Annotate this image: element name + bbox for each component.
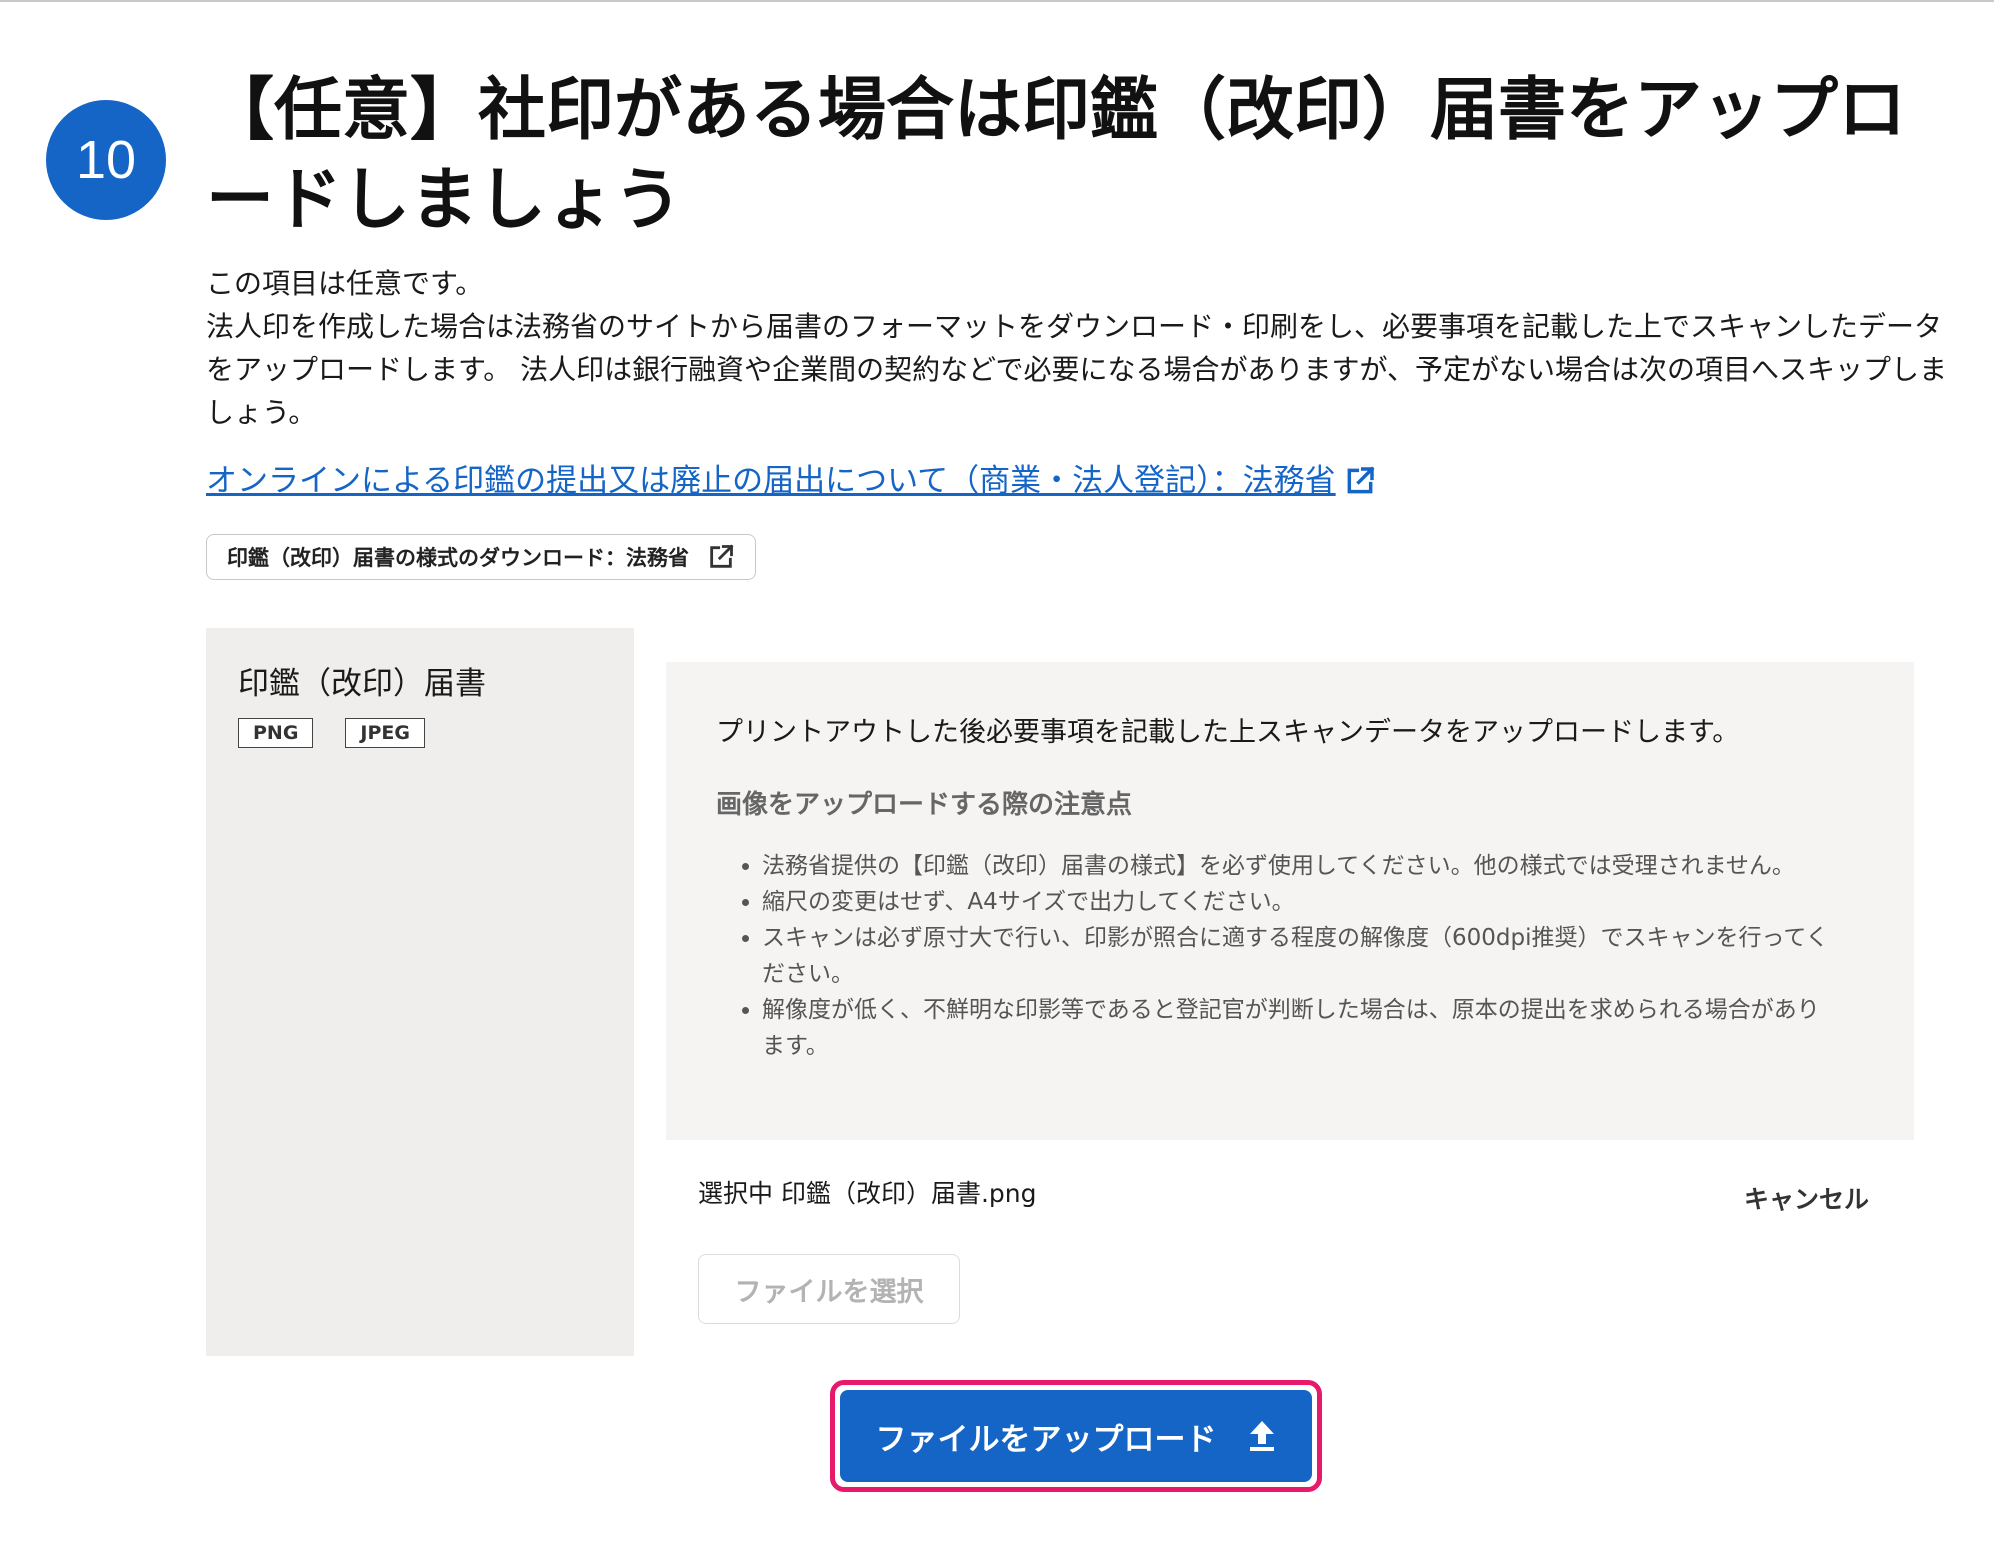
format-badge-jpeg: JPEG <box>345 718 425 748</box>
selected-file-text: 選択中 印鑑（改印）届書.png <box>698 1179 1037 1208</box>
description: この項目は任意です。 法人印を作成した場合は法務省のサイトから届書のフォーマット… <box>206 262 1956 434</box>
instructions-heading: 画像をアップロードする際の注意点 <box>716 790 1133 820</box>
step-number-badge: 10 <box>46 100 166 220</box>
external-link-icon <box>707 543 735 571</box>
optional-note: この項目は任意です。 <box>206 267 484 300</box>
moj-online-link-text: オンラインによる印鑑の提出又は廃止の届出について（商業・法人登記）：法務省 <box>206 463 1336 499</box>
instructions-lead: プリントアウトした後必要事項を記載した上スキャンデータをアップロードします。 <box>716 717 1740 748</box>
note-item: 法務省提供の【印鑑（改印）届書の様式】を必ず使用してください。他の様式では受理さ… <box>762 848 1842 884</box>
form-download-button[interactable]: 印鑑（改印）届書の様式のダウンロード：法務省 <box>206 534 756 580</box>
upload-button[interactable]: ファイルをアップロード <box>840 1390 1312 1482</box>
choose-file-label: ファイルを選択 <box>734 1276 924 1308</box>
description-body: 法人印を作成した場合は法務省のサイトから届書のフォーマットをダウンロード・印刷を… <box>206 310 1947 429</box>
note-item: スキャンは必ず原寸大で行い、印影が照合に適する程度の解像度（600dpi推奨）で… <box>762 920 1842 992</box>
cancel-button[interactable]: キャンセル <box>1744 1180 1869 1216</box>
document-info-panel: 印鑑（改印）届書 PNG JPEG <box>206 628 634 1356</box>
upload-icon <box>1247 1419 1277 1453</box>
notes-list: 法務省提供の【印鑑（改印）届書の様式】を必ず使用してください。他の様式では受理さ… <box>716 848 1842 1064</box>
format-badges: PNG JPEG <box>238 718 457 748</box>
note-item: 縮尺の変更はせず、A4サイズで出力してください。 <box>762 884 1842 920</box>
moj-online-link[interactable]: オンラインによる印鑑の提出又は廃止の届出について（商業・法人登記）：法務省 <box>206 458 1376 504</box>
note-item: 解像度が低く、不鮮明な印影等であると登記官が判断した場合は、原本の提出を求められ… <box>762 992 1842 1064</box>
upload-instructions-box: プリントアウトした後必要事項を記載した上スキャンデータをアップロードします。 画… <box>666 662 1914 1140</box>
step-number: 10 <box>75 130 137 190</box>
external-link-icon <box>1344 465 1376 497</box>
format-badge-png: PNG <box>238 718 314 748</box>
choose-file-button[interactable]: ファイルを選択 <box>698 1254 960 1324</box>
upload-button-label: ファイルをアップロード <box>875 1421 1217 1458</box>
top-divider <box>0 0 1994 2</box>
page-title: 【任意】社印がある場合は印鑑（改印）届書をアップロードしましょう <box>206 71 1907 240</box>
form-download-label: 印鑑（改印）届書の様式のダウンロード：法務省 <box>227 546 689 570</box>
document-title: 印鑑（改印）届書 <box>238 666 486 702</box>
